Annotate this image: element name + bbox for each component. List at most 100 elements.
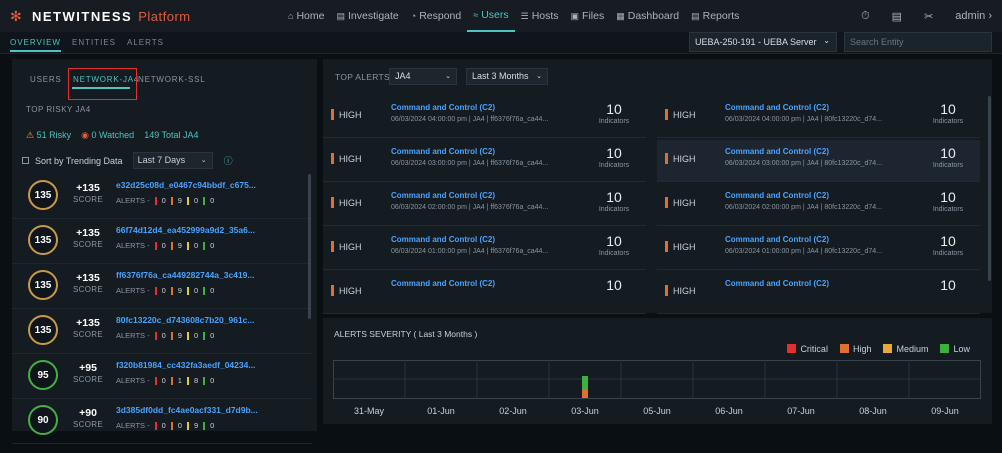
score-label: SCORE bbox=[73, 240, 103, 249]
entity-row[interactable]: 90 +90 SCORE 3d385df0dd_fc4ae0acf331_d7d9b.… bbox=[12, 399, 312, 444]
alert-card[interactable]: HIGH Command and Control (C2) 06/03/2024 0… bbox=[657, 96, 980, 138]
nav-respond[interactable]: ◔ Respond bbox=[405, 0, 467, 32]
scrollbar[interactable] bbox=[988, 96, 991, 281]
entity-name-link[interactable]: ff6376f76a_ca449282744a_3c419... bbox=[116, 270, 255, 280]
eye-icon: ◉ bbox=[81, 130, 89, 140]
nav-investigate[interactable]: ▤ Investigate bbox=[330, 0, 404, 32]
nav-files[interactable]: ▣ Files bbox=[565, 0, 611, 32]
severity-title: ALERTS SEVERITY ( Last 3 Months ) bbox=[334, 329, 478, 339]
bar-high-03-Jun bbox=[582, 390, 588, 398]
sort-period-select[interactable]: Last 7 Days ⌄ bbox=[132, 152, 213, 169]
alert-card[interactable]: HIGH Command and Control (C2) 06/03/2024 0… bbox=[657, 228, 980, 270]
high-alert-count: 9 bbox=[177, 331, 182, 340]
alerts-label: ALERTS - bbox=[116, 376, 150, 385]
medium-severity-bar bbox=[186, 286, 189, 295]
indicator-count: 10 bbox=[940, 189, 956, 205]
tab-users[interactable]: USERS bbox=[30, 75, 62, 84]
alert-title-link[interactable]: Command and Control (C2) bbox=[725, 191, 829, 200]
alert-title-link[interactable]: Command and Control (C2) bbox=[391, 279, 495, 288]
alert-title-link[interactable]: Command and Control (C2) bbox=[391, 103, 495, 112]
alert-card[interactable]: HIGH Command and Control (C2) 10 bbox=[323, 272, 646, 314]
alert-card[interactable]: HIGH Command and Control (C2) 06/03/2024 0… bbox=[323, 140, 646, 182]
home-icon: ⌂ bbox=[288, 11, 294, 21]
alert-card[interactable]: HIGH Command and Control (C2) 06/03/2024 0… bbox=[323, 96, 646, 138]
scrollbar[interactable] bbox=[308, 174, 311, 319]
indicator-count: 10 bbox=[606, 189, 622, 205]
score-label: SCORE bbox=[73, 420, 103, 429]
entity-row[interactable]: 135 +135 SCORE 66f74d12d4_ea452999a9d2_35a6… bbox=[12, 219, 312, 264]
alert-meta: 06/03/2024 02:00:00 pm | JA4 | ff6376f76… bbox=[391, 204, 549, 211]
tab-overview[interactable]: OVERVIEW bbox=[10, 38, 61, 52]
info-icon[interactable]: ⓘ bbox=[224, 154, 233, 167]
legend-item-high[interactable]: High bbox=[839, 344, 871, 354]
watched-count[interactable]: ◉ 0 Watched bbox=[81, 130, 134, 141]
entity-name-link[interactable]: 66f74d12d4_ea452999a9d2_35a6... bbox=[116, 225, 255, 235]
alert-card[interactable]: HIGH Command and Control (C2) 06/03/2024 0… bbox=[657, 184, 980, 226]
entity-row[interactable]: 135 +135 SCORE ff6376f76a_ca449282744a_3c41… bbox=[12, 264, 312, 309]
critical-alert-count: 0 bbox=[161, 286, 166, 295]
alert-breakdown: ALERTS - 0 9 0 0 bbox=[116, 196, 214, 205]
nav-hosts[interactable]: ☰ Hosts bbox=[515, 0, 565, 32]
hosts-icon: ☰ bbox=[520, 10, 529, 21]
entity-name-link[interactable]: 3d385df0dd_fc4ae0acf331_d7d9b... bbox=[116, 405, 258, 415]
nav-reports[interactable]: ▤ Reports bbox=[685, 0, 745, 32]
medium-severity-bar bbox=[186, 241, 189, 250]
alert-card[interactable]: HIGH Command and Control (C2) 06/03/2024 0… bbox=[657, 140, 980, 182]
legend-swatch bbox=[839, 344, 849, 353]
alert-title-link[interactable]: Command and Control (C2) bbox=[391, 147, 495, 156]
x-tick-label: 31-May bbox=[354, 406, 385, 416]
total-count[interactable]: 149 Total JA4 bbox=[144, 130, 198, 141]
entity-name-link[interactable]: e32d25c08d_e0467c94bbdf_c675... bbox=[116, 180, 256, 190]
timer-icon[interactable]: ⏱ bbox=[861, 10, 870, 23]
entity-row[interactable]: 95 +95 SCORE f320b81984_cc432fa3aedf_04234.… bbox=[12, 354, 312, 399]
score-badge: 95 bbox=[28, 360, 58, 390]
alert-card[interactable]: HIGH Command and Control (C2) 10 bbox=[657, 272, 980, 314]
alert-title-link[interactable]: Command and Control (C2) bbox=[725, 279, 829, 288]
alert-card[interactable]: HIGH Command and Control (C2) 06/03/2024 0… bbox=[323, 184, 646, 226]
score-delta: +135 bbox=[76, 272, 100, 284]
entity-row[interactable]: 135 +135 SCORE e32d25c08d_e0467c94bbdf_c675… bbox=[12, 174, 312, 219]
app-logo[interactable]: ✻ NETWITNESS Platform bbox=[10, 8, 191, 24]
alert-type-select[interactable]: JA4 ⌄ bbox=[389, 68, 457, 85]
legend-item-low[interactable]: Low bbox=[940, 344, 970, 354]
nav-home[interactable]: ⌂ Home bbox=[282, 0, 330, 32]
legend-item-medium[interactable]: Medium bbox=[883, 344, 928, 354]
risky-count[interactable]: ⚠ 51 Risky bbox=[26, 130, 71, 141]
low-alert-count: 0 bbox=[210, 196, 215, 205]
server-select[interactable]: UEBA-250-191 - UEBA Server ⌄ bbox=[689, 32, 837, 52]
alert-meta: 06/03/2024 03:00:00 pm | JA4 | 80fc13220… bbox=[725, 160, 882, 167]
tab-alerts[interactable]: ALERTS bbox=[127, 38, 164, 47]
tab-entities[interactable]: ENTITIES bbox=[72, 38, 116, 47]
tab-network-ssl[interactable]: NETWORK-SSL bbox=[138, 75, 205, 84]
tools-icon[interactable]: ✂ bbox=[924, 10, 933, 23]
alert-severity: HIGH bbox=[673, 286, 696, 296]
score-badge: 135 bbox=[28, 225, 58, 255]
alert-breakdown: ALERTS - 0 9 0 0 bbox=[116, 331, 214, 340]
top-alerts-title: TOP ALERTS bbox=[335, 72, 390, 82]
legend-item-critical[interactable]: Critical bbox=[787, 344, 828, 354]
entity-name-link[interactable]: f320b81984_cc432fa3aedf_04234... bbox=[116, 360, 255, 370]
high-severity-bar bbox=[331, 197, 334, 208]
entity-name-link[interactable]: 80fc13220c_d743608c7b20_961c... bbox=[116, 315, 254, 325]
alert-severity: HIGH bbox=[673, 110, 696, 120]
alert-period-select[interactable]: Last 3 Months ⌄ bbox=[466, 68, 548, 85]
sort-period-value: Last 7 Days bbox=[137, 155, 186, 165]
entity-row[interactable]: 135 +135 SCORE 80fc13220c_d743608c7b20_961c… bbox=[12, 309, 312, 354]
score-label: SCORE bbox=[73, 375, 103, 384]
sort-trending-checkbox[interactable] bbox=[22, 157, 29, 164]
search-entity-input[interactable]: Search Entity bbox=[844, 32, 992, 52]
alert-title-link[interactable]: Command and Control (C2) bbox=[391, 191, 495, 200]
alert-card[interactable]: HIGH Command and Control (C2) 06/03/2024 0… bbox=[323, 228, 646, 270]
alert-title-link[interactable]: Command and Control (C2) bbox=[725, 103, 829, 112]
user-menu[interactable]: admin › bbox=[955, 10, 992, 22]
alerts-severity-panel: ALERTS SEVERITY ( Last 3 Months ) Critic… bbox=[323, 318, 992, 424]
alert-title-link[interactable]: Command and Control (C2) bbox=[725, 235, 829, 244]
nav-dashboard[interactable]: ▦ Dashboard bbox=[610, 0, 685, 32]
topbar-tools: ⏱ ▤ ✂ admin › bbox=[861, 0, 992, 32]
indicator-count: 10 bbox=[940, 101, 956, 117]
notes-icon[interactable]: ▤ bbox=[892, 10, 902, 23]
alert-title-link[interactable]: Command and Control (C2) bbox=[725, 147, 829, 156]
nav-users[interactable]: ≈ Users bbox=[467, 0, 515, 32]
severity-legend: Critical High Medium Low bbox=[787, 344, 970, 354]
alert-title-link[interactable]: Command and Control (C2) bbox=[391, 235, 495, 244]
